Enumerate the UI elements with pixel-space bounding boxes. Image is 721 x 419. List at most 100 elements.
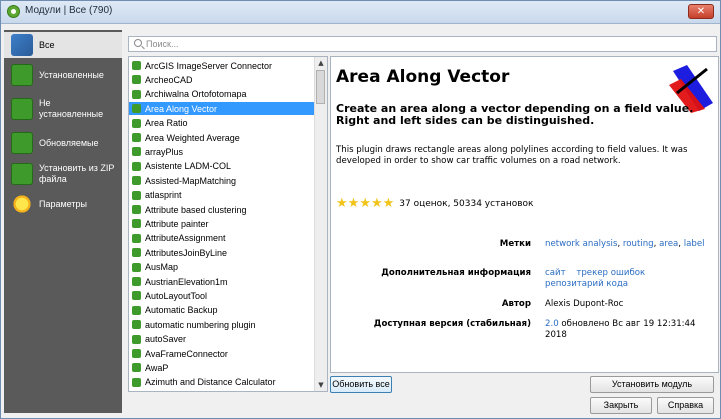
plugin-list-item[interactable]: Area Along Vector <box>129 102 314 116</box>
sidebar-item-installed[interactable]: Установленные <box>4 61 122 89</box>
tags-label: Метки <box>499 239 531 249</box>
plugin-name: automatic numbering plugin <box>145 319 256 330</box>
star-icon: ★ <box>336 196 348 211</box>
version-link[interactable]: 2.0 <box>545 319 559 329</box>
plugin-name: AttributeAssignment <box>145 233 226 244</box>
plugin-name: Area Ratio <box>145 118 188 129</box>
sidebar-item-label: Не установленные <box>39 98 104 119</box>
puzzle-icon <box>132 233 141 243</box>
plugin-name: arrayPlus <box>145 146 184 157</box>
puzzle-icon <box>132 262 141 272</box>
plugin-name: Automatic Backup <box>145 305 218 316</box>
puzzle-icon <box>132 205 141 214</box>
bug-tracker-link[interactable]: трекер ошибок <box>576 268 645 278</box>
gear-sun-icon <box>11 193 33 215</box>
puzzle-icon <box>132 118 141 128</box>
plugin-name: AustrianElevation1m <box>145 276 228 287</box>
plugin-name: autoSaver <box>145 334 187 345</box>
tag-link[interactable]: area <box>659 239 678 249</box>
plugin-name: AttributesJoinByLine <box>145 247 228 258</box>
scroll-thumb[interactable] <box>316 70 325 104</box>
qgis-logo-icon <box>7 5 20 18</box>
plugin-list[interactable]: ▲ ▼ ArcGIS ImageServer Connector ArcheoCA… <box>128 56 328 392</box>
plugin-title: Area Along Vector <box>336 67 510 87</box>
sidebar-item-all[interactable]: Все <box>4 32 122 58</box>
sidebar-item-settings[interactable]: Параметры <box>4 190 122 218</box>
plugin-name: AvaFrameConnector <box>145 348 228 359</box>
plugin-list-item[interactable]: AwaP <box>129 361 314 374</box>
tag-link[interactable]: network analysis <box>545 239 617 249</box>
puzzle-icon <box>132 377 141 387</box>
sidebar: Все Установленные Не установленные Обнов… <box>4 30 122 413</box>
plugin-subtitle: Create an area along a vector depending … <box>336 102 694 127</box>
plugin-list-item[interactable]: ArcheoCAD <box>129 73 314 86</box>
plugin-list-item[interactable]: AttributeAssignment <box>129 232 314 245</box>
star-icon: ★ <box>347 196 360 211</box>
plugin-list-item[interactable]: AusMap <box>129 261 314 274</box>
version-label: Доступная версия (стабильная) <box>373 319 531 329</box>
plugin-list-item[interactable]: arrayPlus <box>129 145 314 158</box>
sidebar-item-label: Обновляемые <box>39 137 99 148</box>
puzzle-icon <box>132 75 141 85</box>
plugin-list-item[interactable]: Automatic Backup <box>129 304 314 317</box>
plugin-name: AwaP <box>145 362 169 373</box>
plugin-list-item[interactable]: atlasprint <box>129 189 314 202</box>
plugin-list-item[interactable]: ArcGIS ImageServer Connector <box>129 59 314 72</box>
scroll-down-arrow-icon[interactable]: ▼ <box>316 380 326 390</box>
plugin-list-item[interactable]: Azimuth and Distance Calculator <box>129 376 314 389</box>
puzzle-icon <box>132 61 141 70</box>
plugin-name: ArcGIS ImageServer Connector <box>145 60 273 71</box>
install-plugin-button[interactable]: Установить модуль <box>590 376 714 393</box>
scroll-up-arrow-icon[interactable]: ▲ <box>316 58 326 68</box>
plugin-list-item[interactable]: Area Ratio <box>129 117 314 130</box>
puzzle-icon <box>132 133 141 142</box>
puzzle-icon <box>132 147 141 157</box>
star-icon: ★ <box>370 196 383 211</box>
plugin-name: ArcheoCAD <box>145 74 193 85</box>
close-button[interactable]: Закрыть <box>590 397 652 414</box>
plugin-list-item[interactable]: automatic numbering plugin <box>129 318 314 331</box>
list-scrollbar[interactable]: ▲ ▼ <box>314 57 327 391</box>
version-value: 2.0 обновлено Вс авг 19 12:31:44 2018 <box>545 319 705 341</box>
plugin-list-item[interactable]: Attribute painter <box>129 217 314 230</box>
puzzle-icon <box>132 248 141 258</box>
sidebar-item-label: Установить из ZIP файла <box>39 163 115 184</box>
plugin-list-item[interactable]: AvaFrameConnector <box>129 347 314 360</box>
plugin-name: Azimuth and Distance Calculator <box>145 377 276 388</box>
plugin-list-item[interactable]: Asistente LADM-COL <box>129 160 314 173</box>
tag-link[interactable]: routing <box>623 239 654 249</box>
sidebar-item-not-installed[interactable]: Не установленные <box>4 93 122 125</box>
search-input[interactable]: Поиск... <box>128 36 717 52</box>
plugin-list-item[interactable]: AustrianElevation1m <box>129 275 314 288</box>
puzzle-icon <box>11 163 33 185</box>
window-title: Модули | Все (790) <box>25 5 113 16</box>
rating-stars: ★★★★★ <box>336 197 394 210</box>
plugin-list-item[interactable]: Archiwalna Ortofotomapa <box>129 88 314 101</box>
more-info-links: сайт трекер ошибок репозитарий кода <box>545 268 705 290</box>
search-placeholder: Поиск... <box>146 39 179 49</box>
plugin-name: Assisted-MapMatching <box>145 175 237 186</box>
plugin-description: This plugin draws rectangle areas along … <box>336 145 688 166</box>
sidebar-item-upgradeable[interactable]: Обновляемые <box>4 129 122 157</box>
plugin-list-item[interactable]: Attribute based clustering <box>129 203 314 216</box>
tag-link[interactable]: label <box>684 239 705 249</box>
help-button[interactable]: Справка <box>657 397 714 414</box>
code-repository-link[interactable]: репозитарий кода <box>545 279 628 289</box>
plugin-list-item[interactable]: Area Weighted Average <box>129 131 314 144</box>
plugin-list-item[interactable]: AutoLayoutTool <box>129 289 314 302</box>
puzzle-icon <box>11 98 33 120</box>
close-window-button[interactable]: ✕ <box>688 4 714 19</box>
homepage-link[interactable]: сайт <box>545 268 566 278</box>
puzzle-icon <box>132 176 141 186</box>
plugin-name: Asistente LADM-COL <box>145 161 232 172</box>
puzzle-icon <box>132 363 141 373</box>
plugins-window: Модули | Все (790) ✕ Все Установленные Н… <box>0 0 721 419</box>
sidebar-item-install-zip[interactable]: Установить из ZIP файла <box>4 158 122 190</box>
plugin-list-item[interactable]: Assisted-MapMatching <box>129 174 314 187</box>
plugin-name: Attribute based clustering <box>145 204 247 215</box>
upgrade-all-button[interactable]: Обновить все <box>330 376 392 393</box>
rating-text: 37 оценок, 50334 установок <box>399 198 534 209</box>
plugin-list-item[interactable]: AttributesJoinByLine <box>129 246 314 259</box>
plugin-list-item[interactable]: autoSaver <box>129 333 314 346</box>
more-info-label: Дополнительная информация <box>381 268 531 278</box>
